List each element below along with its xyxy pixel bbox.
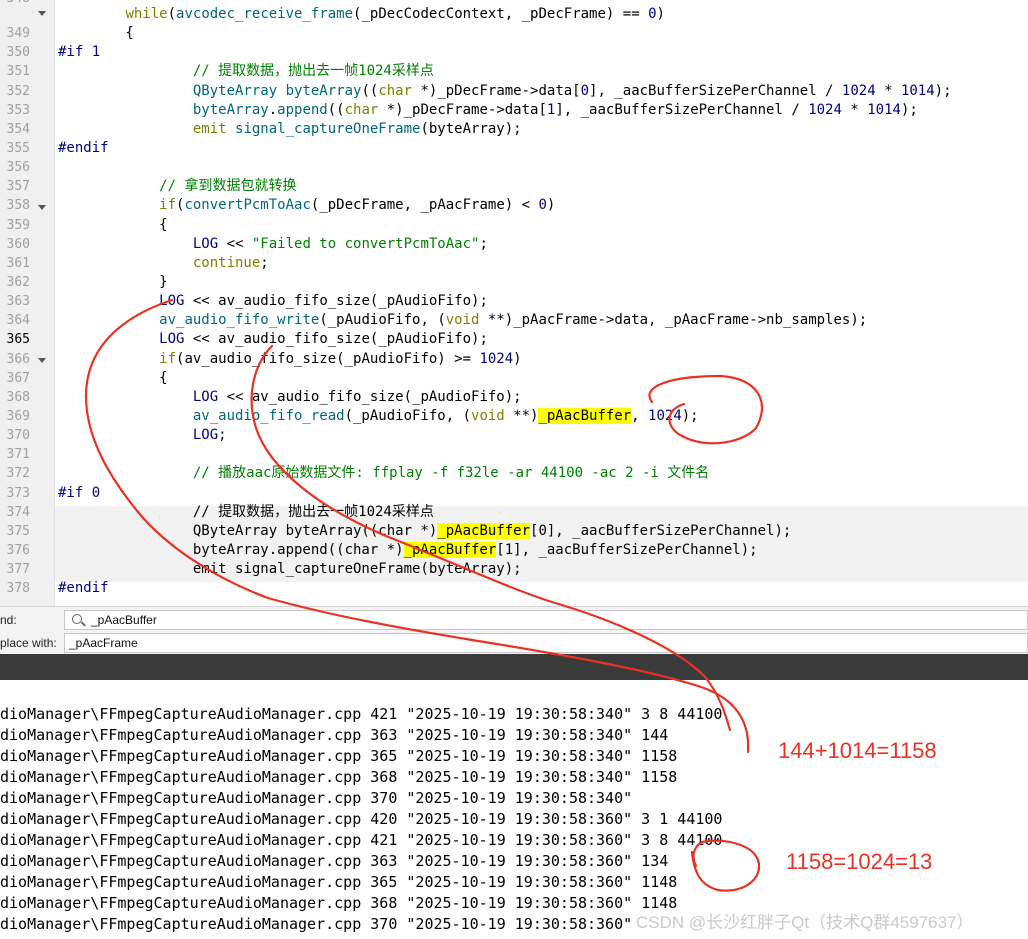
code-line: av_audio_fifo_write(_pAudioFifo, (void *… bbox=[159, 312, 868, 328]
line-number: 357 bbox=[6, 179, 30, 194]
code-line: { bbox=[58, 217, 168, 233]
code-line: byteArray.append((char *)_pAacBuffer[1],… bbox=[58, 542, 758, 558]
output-line: dioManager\FFmpegCaptureAudioManager.cpp… bbox=[0, 705, 723, 723]
line-number: 376 bbox=[6, 543, 30, 558]
output-line: dioManager\FFmpegCaptureAudioManager.cpp… bbox=[0, 747, 678, 765]
code-line: continue; bbox=[192, 255, 269, 271]
line-number: 361 bbox=[6, 256, 30, 271]
code-line: LOG << av_audio_fifo_size(_pAudioFifo); bbox=[192, 389, 522, 405]
output-pane-toolbar bbox=[0, 654, 1028, 680]
fold-arrow-icon[interactable] bbox=[38, 205, 46, 210]
replace-input[interactable]: _pAacFrame bbox=[64, 633, 1028, 653]
line-number: 375 bbox=[6, 524, 30, 539]
line-number: 362 bbox=[6, 275, 30, 290]
code-line: // 播放aac原始数据文件: ffplay -f f32le -ar 4410… bbox=[192, 465, 710, 481]
code-line: // 提取数据，抛出去一帧1024采样点 bbox=[192, 63, 434, 79]
code-line: QByteArray byteArray((char *)_pDecFrame-… bbox=[192, 83, 952, 99]
code-line: #endif bbox=[58, 580, 109, 596]
annotation-text: 1158=1024=13 bbox=[786, 849, 933, 874]
line-number: 367 bbox=[6, 371, 30, 386]
fold-arrow-icon[interactable] bbox=[38, 358, 46, 363]
code-editor[interactable]: 348 349 350 351 352 353 354 355 356 357 … bbox=[0, 0, 1028, 606]
line-number: 356 bbox=[6, 160, 30, 175]
line-number: 349 bbox=[6, 26, 30, 41]
annotation-text: 144+1014=1158 bbox=[778, 738, 937, 763]
replace-label: place with: bbox=[0, 636, 57, 650]
line-number: 360 bbox=[6, 237, 30, 252]
output-line: dioManager\FFmpegCaptureAudioManager.cpp… bbox=[0, 810, 723, 828]
find-input[interactable]: _pAacBuffer bbox=[64, 610, 1028, 630]
code-line: } bbox=[58, 274, 168, 290]
line-number: 366 bbox=[6, 352, 30, 367]
code-line: { bbox=[58, 370, 168, 386]
line-number: 350 bbox=[6, 45, 30, 60]
line-number: 352 bbox=[6, 84, 30, 99]
line-number: 369 bbox=[6, 409, 30, 424]
output-line: dioManager\FFmpegCaptureAudioManager.cpp… bbox=[0, 915, 633, 933]
line-number: 355 bbox=[6, 141, 30, 156]
code-line: emit signal_captureOneFrame(byteArray); bbox=[192, 121, 522, 137]
output-line: dioManager\FFmpegCaptureAudioManager.cpp… bbox=[0, 852, 669, 870]
code-line: // 提取数据，抛出去一帧1024采样点 bbox=[58, 504, 434, 520]
output-line: dioManager\FFmpegCaptureAudioManager.cpp… bbox=[0, 768, 678, 786]
line-number: 378 bbox=[6, 581, 30, 596]
line-number: 358 bbox=[6, 198, 30, 213]
code-line: QByteArray byteArray((char *)_pAacBuffer… bbox=[58, 523, 792, 539]
output-line: dioManager\FFmpegCaptureAudioManager.cpp… bbox=[0, 894, 678, 912]
line-number: 364 bbox=[6, 313, 30, 328]
watermark: CSDN @长沙红胖子Qt（技术Q群4597637） bbox=[636, 913, 974, 932]
code-line: byteArray.append((char *)_pDecFrame->dat… bbox=[192, 102, 918, 118]
line-number: 368 bbox=[6, 390, 30, 405]
code-line: #if 1 bbox=[58, 44, 101, 60]
find-replace-bar: nd: _pAacBuffer place with: _pAacFrame bbox=[0, 606, 1028, 655]
line-number: 363 bbox=[6, 294, 30, 309]
output-line: dioManager\FFmpegCaptureAudioManager.cpp… bbox=[0, 726, 669, 744]
code-line: av_audio_fifo_read(_pAudioFifo, (void **… bbox=[192, 408, 699, 424]
fold-arrow-icon[interactable] bbox=[38, 11, 46, 16]
code-line: emit signal_captureOneFrame(byteArray); bbox=[58, 561, 522, 577]
code-line: if(av_audio_fifo_size(_pAudioFifo) >= 10… bbox=[159, 351, 522, 367]
code-line: if(convertPcmToAac(_pDecFrame, _pAacFram… bbox=[159, 197, 556, 213]
line-number: 359 bbox=[6, 218, 30, 233]
code-line: LOG; bbox=[192, 427, 227, 443]
line-number: 370 bbox=[6, 428, 30, 443]
line-number: 374 bbox=[6, 505, 30, 520]
line-number: 354 bbox=[6, 122, 30, 137]
line-number: 348 bbox=[0, 0, 30, 8]
find-label: nd: bbox=[0, 613, 17, 627]
code-line: // 拿到数据包就转换 bbox=[159, 178, 297, 194]
line-number: 353 bbox=[6, 103, 30, 118]
code-line: while(avcodec_receive_frame(_pDecCodecCo… bbox=[125, 6, 665, 22]
code-line: LOG << av_audio_fifo_size(_pAudioFifo); bbox=[159, 293, 488, 309]
code-line: #endif bbox=[58, 140, 109, 156]
search-icon bbox=[72, 614, 82, 624]
line-number: 372 bbox=[6, 466, 30, 481]
code-line: LOG << av_audio_fifo_size(_pAudioFifo); bbox=[159, 331, 488, 347]
line-number-current: 365 bbox=[6, 332, 30, 347]
code-line: LOG << "Failed to convertPcmToAac"; bbox=[192, 236, 488, 252]
line-number: 351 bbox=[6, 64, 30, 79]
output-line: dioManager\FFmpegCaptureAudioManager.cpp… bbox=[0, 789, 633, 807]
code-line: #if 0 bbox=[58, 485, 101, 501]
line-number: 377 bbox=[6, 562, 30, 577]
line-number: 373 bbox=[6, 486, 30, 501]
line-number: 371 bbox=[6, 447, 30, 462]
output-line: dioManager\FFmpegCaptureAudioManager.cpp… bbox=[0, 831, 723, 849]
application-output-pane: dioManager\FFmpegCaptureAudioManager.cpp… bbox=[0, 680, 1028, 939]
output-line: dioManager\FFmpegCaptureAudioManager.cpp… bbox=[0, 873, 678, 891]
code-line: { bbox=[58, 25, 134, 41]
